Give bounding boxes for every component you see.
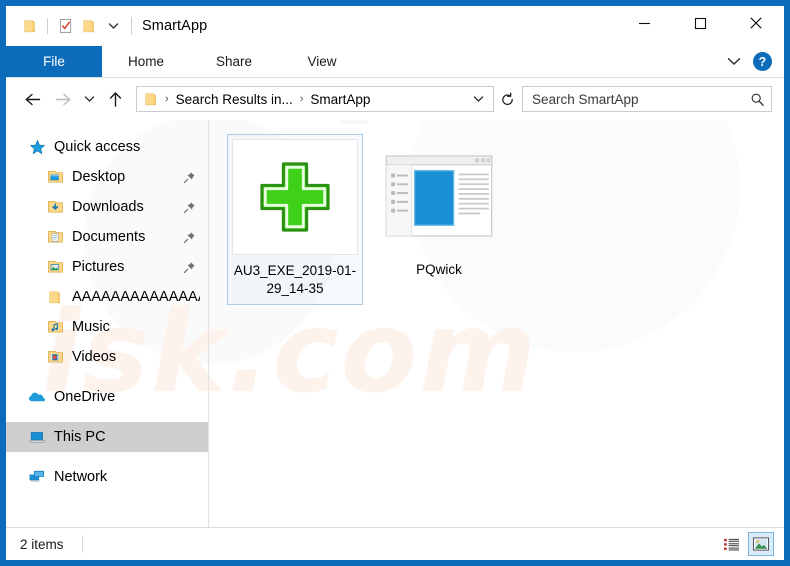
title-divider [131, 17, 132, 35]
tab-home[interactable]: Home [102, 46, 190, 77]
breadcrumb-separator: › [299, 93, 304, 105]
new-folder-icon[interactable] [77, 14, 101, 38]
breadcrumb-separator: › [165, 93, 169, 105]
close-button[interactable] [728, 6, 784, 40]
sidebar-item-aaaa-folder[interactable]: AAAAAAAAAAAAAAAA [6, 282, 208, 312]
sidebar-item-label: Documents [72, 229, 146, 245]
title-bar: SmartApp [6, 6, 784, 46]
search-box[interactable] [522, 86, 772, 112]
file-name: AU3_EXE_2019-01-29_14-35 [233, 263, 357, 296]
this-pc-icon [28, 428, 46, 446]
ribbon-actions: ? [727, 46, 784, 77]
file-item[interactable]: PQwick [371, 134, 507, 305]
sidebar-item-documents[interactable]: Documents [6, 222, 208, 252]
sidebar-item-label: Network [54, 469, 108, 485]
document-window-icon [385, 155, 493, 237]
sidebar-item-onedrive[interactable]: OneDrive [6, 382, 208, 412]
breadcrumb[interactable]: › Search Results in... › SmartApp [136, 86, 494, 112]
maximize-button[interactable] [672, 6, 728, 40]
back-button[interactable] [18, 84, 48, 114]
file-name: PQwick [416, 262, 462, 277]
recent-locations-button[interactable] [78, 84, 100, 114]
item-count-label: 2 items [20, 536, 64, 552]
sidebar-item-pictures[interactable]: Pictures [6, 252, 208, 282]
star-icon [28, 138, 46, 156]
sidebar-item-network[interactable]: Network [6, 462, 208, 492]
pictures-folder-icon [46, 258, 64, 276]
sidebar-item-videos[interactable]: Videos [6, 342, 208, 372]
navigation-pane: Quick access Desktop Downloads Documents… [6, 120, 209, 527]
sidebar-item-this-pc[interactable]: This PC [6, 422, 208, 452]
details-view-button[interactable] [718, 532, 744, 556]
documents-folder-icon [46, 228, 64, 246]
onedrive-icon [28, 388, 46, 406]
quick-access-toolbar: SmartApp [6, 14, 207, 38]
sidebar-item-label: OneDrive [54, 389, 116, 405]
window-controls [616, 6, 784, 46]
sidebar-item-music[interactable]: Music [6, 312, 208, 342]
folder-icon[interactable] [18, 14, 42, 38]
chevron-down-icon[interactable] [727, 53, 741, 71]
sidebar-item-label: Videos [72, 349, 117, 365]
help-button[interactable]: ? [753, 52, 772, 71]
file-item[interactable]: AU3_EXE_2019-01-29_14-35 [227, 134, 363, 305]
status-bar: 2 items [6, 527, 784, 560]
folder-icon [46, 288, 64, 306]
ribbon-tab-bar: File Home Share View ? [6, 46, 784, 78]
music-folder-icon [46, 318, 64, 336]
file-list[interactable]: AU3_EXE_2019-01-29_14-35 PQwick [209, 120, 784, 527]
explorer-body: Quick access Desktop Downloads Documents… [6, 120, 784, 527]
search-input[interactable] [532, 91, 750, 107]
breadcrumb-item-smartapp[interactable]: SmartApp [307, 92, 373, 107]
toolbar-divider [47, 18, 48, 34]
up-button[interactable] [100, 84, 130, 114]
explorer-window: P isk.com [0, 0, 790, 566]
breadcrumb-folder-icon [144, 92, 159, 107]
tab-view[interactable]: View [278, 46, 366, 77]
downloads-folder-icon [46, 198, 64, 216]
desktop-folder-icon [46, 168, 64, 186]
sidebar-item-label: Desktop [72, 169, 126, 185]
customize-dropdown-icon[interactable] [101, 14, 125, 38]
sidebar-item-label: Quick access [54, 139, 141, 155]
breadcrumb-dropdown-icon[interactable] [466, 95, 491, 103]
forward-button[interactable] [48, 84, 78, 114]
pin-icon[interactable] [183, 261, 200, 274]
sidebar-item-label: This PC [54, 429, 106, 445]
sidebar-item-label: AAAAAAAAAAAAAAAA [72, 289, 200, 305]
properties-icon[interactable] [53, 14, 77, 38]
address-bar: › Search Results in... › SmartApp [6, 78, 784, 120]
file-thumbnail [376, 138, 502, 254]
network-icon [28, 468, 46, 486]
file-thumbnail [232, 139, 358, 255]
sidebar-item-label: Downloads [72, 199, 144, 215]
tab-share[interactable]: Share [190, 46, 278, 77]
window-title: SmartApp [142, 18, 208, 34]
sidebar-item-quick-access[interactable]: Quick access [6, 132, 208, 162]
refresh-button[interactable] [494, 86, 520, 112]
green-cross-icon [260, 162, 330, 232]
minimize-button[interactable] [616, 6, 672, 40]
window-frame: P isk.com [6, 6, 784, 560]
tab-file[interactable]: File [6, 46, 102, 77]
pin-icon[interactable] [183, 231, 200, 244]
pin-icon[interactable] [183, 171, 200, 184]
sidebar-item-desktop[interactable]: Desktop [6, 162, 208, 192]
pin-icon[interactable] [183, 201, 200, 214]
sidebar-item-downloads[interactable]: Downloads [6, 192, 208, 222]
sidebar-item-label: Pictures [72, 259, 125, 275]
search-icon[interactable] [750, 92, 765, 107]
breadcrumb-item-search-results[interactable]: Search Results in... [173, 92, 296, 107]
videos-folder-icon [46, 348, 64, 366]
view-mode-buttons [718, 532, 784, 556]
status-divider [81, 535, 83, 553]
sidebar-item-label: Music [72, 319, 110, 335]
large-icons-view-button[interactable] [748, 532, 774, 556]
